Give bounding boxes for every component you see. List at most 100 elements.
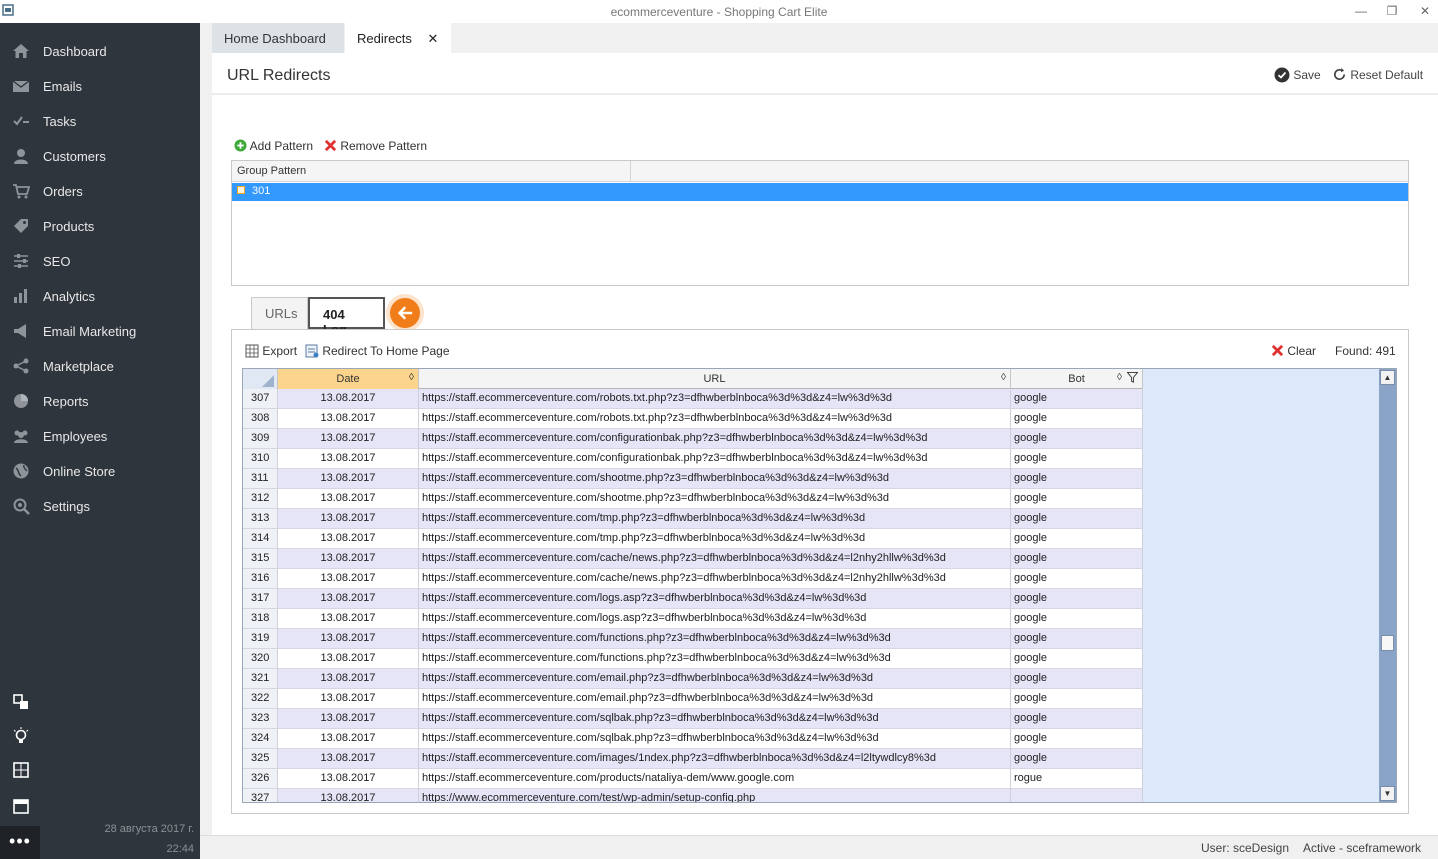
url-cell: https://staff.ecommerceventure.com/robot… <box>419 389 1011 409</box>
table-row[interactable]: 319 13.08.2017 https://staff.ecommercevent… <box>243 629 1143 649</box>
table-row[interactable]: 318 13.08.2017 https://staff.ecommercevent… <box>243 609 1143 629</box>
bot-cell: google <box>1011 689 1143 709</box>
tab-urls[interactable]: URLs <box>251 297 308 329</box>
sidebar-item-seo[interactable]: SEO <box>0 244 200 279</box>
lightbulb-icon[interactable] <box>12 727 30 745</box>
sidebar-item-analytics[interactable]: Analytics <box>0 279 200 314</box>
status-active: Active - sceframework <box>1303 841 1422 855</box>
table-row[interactable]: 325 13.08.2017 https://staff.ecommercevent… <box>243 749 1143 769</box>
table-row[interactable]: 308 13.08.2017 https://staff.ecommercevent… <box>243 409 1143 429</box>
add-pattern-button[interactable]: Add Pattern <box>234 139 313 153</box>
row-number: 324 <box>243 729 278 749</box>
date-cell: 13.08.2017 <box>278 589 419 609</box>
table-row[interactable]: 310 13.08.2017 https://staff.ecommercevent… <box>243 449 1143 469</box>
restore-button[interactable]: ❐ <box>1384 3 1400 19</box>
tag-icon <box>14 219 28 233</box>
url-column-header[interactable]: URL ◊ <box>419 369 1011 389</box>
table-row[interactable]: 313 13.08.2017 https://staff.ecommercevent… <box>243 509 1143 529</box>
table-row[interactable]: 315 13.08.2017 https://staff.ecommercevent… <box>243 549 1143 569</box>
sidebar-item-dashboard[interactable]: Dashboard <box>0 34 200 69</box>
expand-icon[interactable] <box>237 186 245 194</box>
row-number: 314 <box>243 529 278 549</box>
calendar-icon[interactable] <box>12 797 30 815</box>
sidebar-item-reports[interactable]: Reports <box>0 384 200 419</box>
table-row[interactable]: 314 13.08.2017 https://staff.ecommercevent… <box>243 529 1143 549</box>
tab-404-log[interactable]: 404 Log <box>308 297 385 337</box>
sidebar-item-settings[interactable]: Settings <box>0 489 200 524</box>
add-pattern-label: Add Pattern <box>249 139 314 153</box>
sidebar-item-products[interactable]: Products <box>0 209 200 244</box>
date-cell: 13.08.2017 <box>278 449 419 469</box>
more-button[interactable]: ••• <box>0 826 40 859</box>
bot-cell: google <box>1011 389 1143 409</box>
bot-column-header[interactable]: Bot ◊ <box>1011 369 1143 389</box>
sidebar-item-employees[interactable]: Employees <box>0 419 200 454</box>
sidebar: Dashboard Emails Tasks Customers Orders Produ… <box>0 23 200 859</box>
table-row[interactable]: 324 13.08.2017 https://staff.ecommercevent… <box>243 729 1143 749</box>
sort-icon: ◊ <box>409 372 414 383</box>
bot-cell: google <box>1011 449 1143 469</box>
table-row[interactable]: 320 13.08.2017 https://staff.ecommercevent… <box>243 649 1143 669</box>
select-all-corner[interactable] <box>243 369 278 389</box>
table-row[interactable]: 317 13.08.2017 https://staff.ecommercevent… <box>243 589 1143 609</box>
clear-button[interactable]: Clear <box>1271 344 1316 358</box>
pattern-row-selected[interactable]: 301 <box>232 183 1408 201</box>
url-cell: https://staff.ecommerceventure.com/sqlba… <box>419 709 1011 729</box>
export-button[interactable]: Export <box>245 344 297 358</box>
sidebar-item-emails[interactable]: Emails <box>0 69 200 104</box>
arrow-left-button[interactable] <box>390 298 420 328</box>
vertical-scrollbar[interactable]: ▲ ▼ <box>1379 369 1396 802</box>
table-row[interactable]: 321 13.08.2017 https://staff.ecommercevent… <box>243 669 1143 689</box>
scroll-up-icon[interactable]: ▲ <box>1380 370 1395 385</box>
sidebar-item-online-store[interactable]: Online Store <box>0 454 200 489</box>
bot-cell: google <box>1011 709 1143 729</box>
calculator-icon[interactable] <box>12 761 30 779</box>
table-row[interactable]: 311 13.08.2017 https://staff.ecommercevent… <box>243 469 1143 489</box>
close-window-button[interactable]: ✕ <box>1417 3 1433 19</box>
group-icon <box>14 430 28 443</box>
sidebar-item-orders[interactable]: Orders <box>0 174 200 209</box>
tab-home-dashboard[interactable]: Home Dashboard <box>212 23 344 53</box>
sidebar-item-label: Tasks <box>43 114 77 129</box>
sidebar-item-tasks[interactable]: Tasks <box>0 104 200 139</box>
user-icon <box>14 149 28 164</box>
url-cell: https://staff.ecommerceventure.com/sqlba… <box>419 729 1011 749</box>
sliders-icon <box>14 254 28 268</box>
sidebar-item-label: Marketplace <box>43 359 114 374</box>
row-number: 327 <box>243 789 278 802</box>
sidebar-item-label: Orders <box>43 184 83 199</box>
filter-icon[interactable] <box>1127 372 1138 383</box>
table-row[interactable]: 323 13.08.2017 https://staff.ecommercevent… <box>243 709 1143 729</box>
group-pattern-column-header[interactable]: Group Pattern <box>232 161 631 182</box>
save-button[interactable]: Save <box>1274 67 1321 83</box>
tab-redirects[interactable]: Redirects ✕ <box>345 23 451 53</box>
sidebar-item-customers[interactable]: Customers <box>0 139 200 174</box>
table-row[interactable]: 326 13.08.2017 https://staff.ecommercevent… <box>243 769 1143 789</box>
row-number: 323 <box>243 709 278 729</box>
date-cell: 13.08.2017 <box>278 409 419 429</box>
close-tab-icon[interactable]: ✕ <box>428 31 439 46</box>
scroll-thumb[interactable] <box>1381 635 1394 651</box>
reset-default-button[interactable]: Reset Default <box>1332 67 1423 82</box>
table-row[interactable]: 307 13.08.2017 https://staff.ecommercevent… <box>243 389 1143 409</box>
table-row[interactable]: 316 13.08.2017 https://staff.ecommercevent… <box>243 569 1143 589</box>
date-cell: 13.08.2017 <box>278 769 419 789</box>
bar-chart-icon <box>14 289 27 303</box>
url-cell: https://www.ecommerceventure.com/test/wp… <box>419 789 1011 802</box>
minimize-button[interactable]: — <box>1353 3 1369 19</box>
table-row[interactable]: 327 13.08.2017 https://www.ecommerceventur… <box>243 789 1143 802</box>
redirect-home-button[interactable]: Redirect To Home Page <box>305 344 450 358</box>
table-row[interactable]: 312 13.08.2017 https://staff.ecommercevent… <box>243 489 1143 509</box>
url-cell: https://staff.ecommerceventure.com/email… <box>419 689 1011 709</box>
bot-cell: google <box>1011 749 1143 769</box>
table-row[interactable]: 322 13.08.2017 https://staff.ecommercevent… <box>243 689 1143 709</box>
bot-cell: google <box>1011 729 1143 749</box>
date-column-header[interactable]: Date ◊ <box>278 369 419 389</box>
windows-icon[interactable] <box>12 693 30 711</box>
remove-pattern-button[interactable]: Remove Pattern <box>324 139 427 153</box>
sidebar-item-email-marketing[interactable]: Email Marketing <box>0 314 200 349</box>
scroll-down-icon[interactable]: ▼ <box>1380 786 1395 801</box>
table-row[interactable]: 309 13.08.2017 https://staff.ecommercevent… <box>243 429 1143 449</box>
sidebar-item-marketplace[interactable]: Marketplace <box>0 349 200 384</box>
page-title: URL Redirects <box>227 67 331 84</box>
